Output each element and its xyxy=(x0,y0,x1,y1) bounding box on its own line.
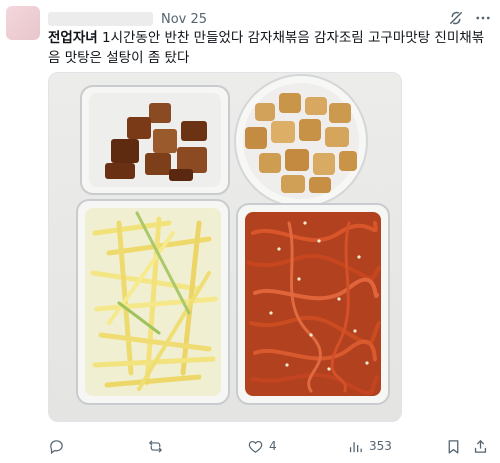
post-header: Nov 25 xyxy=(48,10,207,28)
view-count: 353 xyxy=(369,439,392,453)
share-icon xyxy=(474,439,487,453)
like-button[interactable]: 4 xyxy=(247,437,277,455)
grok-icon[interactable] xyxy=(447,9,465,27)
post-date[interactable]: Nov 25 xyxy=(161,12,207,27)
repost-button[interactable] xyxy=(147,437,169,455)
share-button[interactable] xyxy=(472,437,489,455)
post-text: 전업자녀 1시간동안 반찬 만들었다 감자채볶음 감자조림 고구마맛탕 진미채볶… xyxy=(48,28,488,68)
blurred-username[interactable] xyxy=(48,12,153,26)
like-count: 4 xyxy=(269,439,277,453)
reply-button[interactable] xyxy=(48,437,70,455)
tweet: Nov 25 전업자녀 1시간동안 반찬 만들었다 감자채볶음 감자조림 고구마… xyxy=(0,0,500,463)
bookmark-button[interactable] xyxy=(445,437,462,455)
views-icon xyxy=(349,441,362,452)
bookmark-icon xyxy=(448,439,459,454)
post-body: 1시간동안 반찬 만들었다 감자채볶음 감자조림 고구마맛탕 진미채볶음 맛탕은… xyxy=(48,30,485,66)
more-icon[interactable] xyxy=(474,9,492,27)
views-button[interactable]: 353 xyxy=(347,437,392,455)
post-nickname: 전업자녀 xyxy=(48,30,98,46)
food-photo-illustration xyxy=(76,74,390,405)
reply-icon xyxy=(50,439,63,454)
repost-icon xyxy=(148,439,163,453)
heart-icon xyxy=(248,440,263,453)
post-photo[interactable] xyxy=(48,72,402,422)
avatar[interactable] xyxy=(6,6,40,40)
